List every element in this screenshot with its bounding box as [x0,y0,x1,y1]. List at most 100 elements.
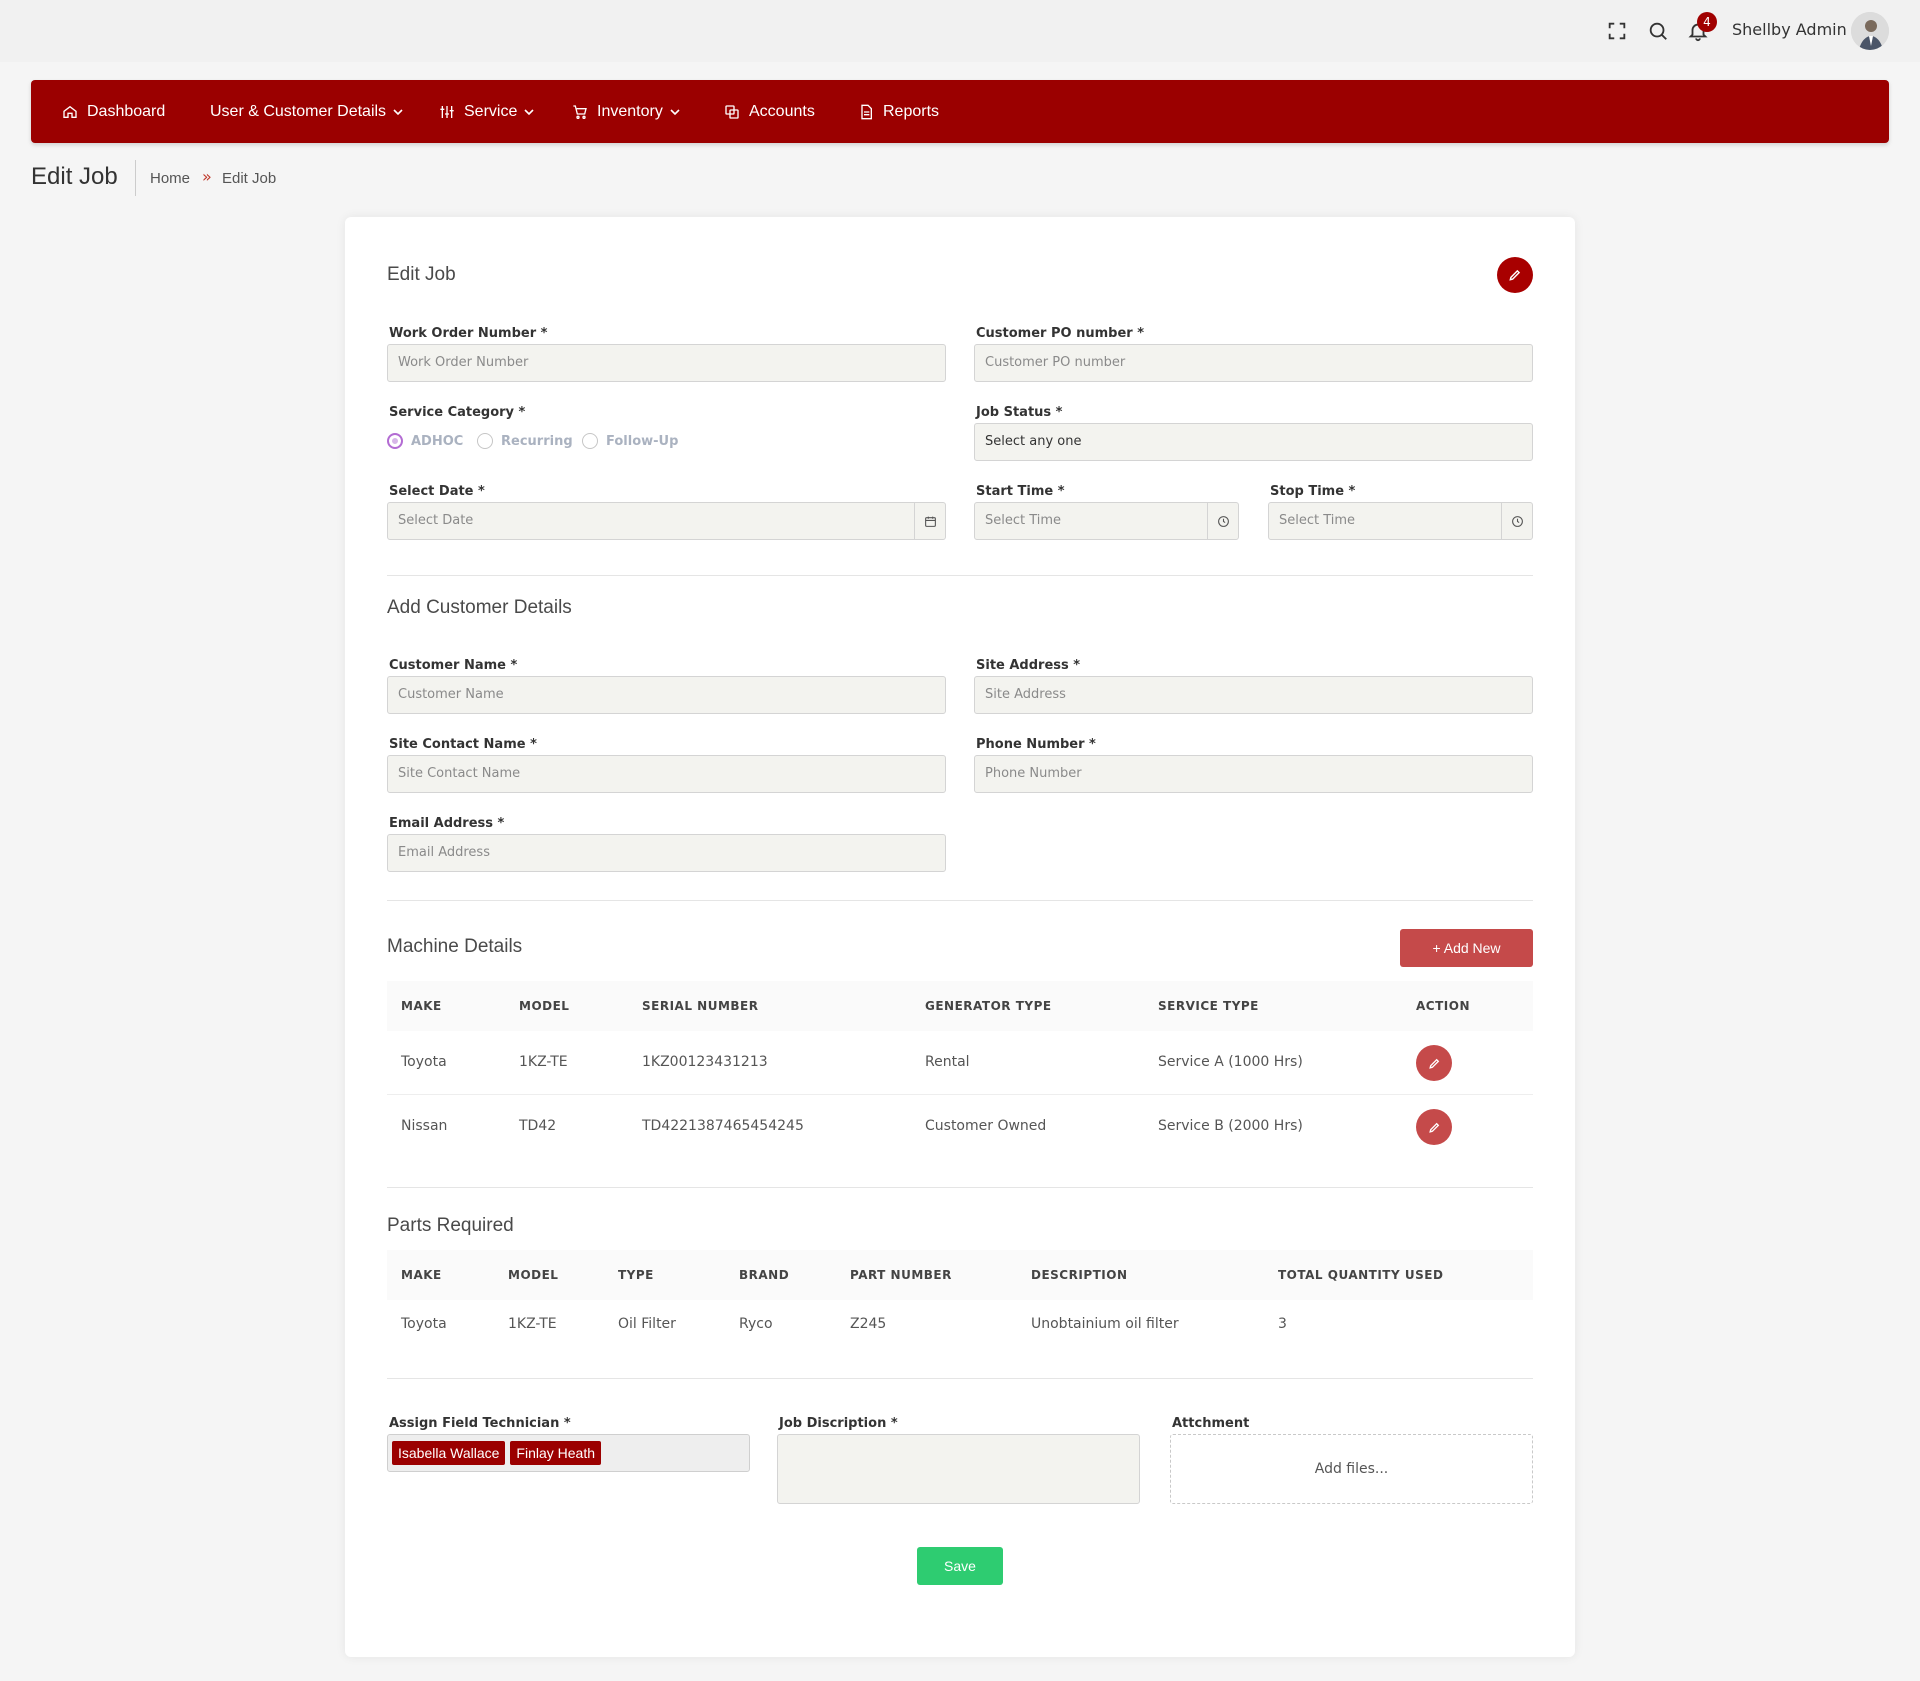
edit-icon[interactable] [1497,257,1533,293]
column-header: PART NUMBER [850,1268,952,1282]
radio-follow-up[interactable]: Follow-Up [582,433,678,449]
email-label: Email Address * [389,816,505,831]
nav-label: Reports [883,102,940,120]
parts-table-header: MAKE MODEL TYPE BRAND PART NUMBER DESCRI… [387,1250,1533,1300]
column-header: SERVICE TYPE [1158,999,1259,1013]
breadcrumb-home[interactable]: Home [150,170,190,187]
nav-user-customer-details[interactable]: User & Customer Details [210,80,403,143]
site-contact-input[interactable]: Site Contact Name [387,755,946,793]
attachment-label: Attchment [1172,1416,1250,1431]
cell-make: Nissan [401,1118,448,1134]
column-header: ACTION [1416,999,1470,1013]
fullscreen-icon[interactable] [1606,20,1628,42]
machine-table-header: MAKE MODEL SERIAL NUMBER GENERATOR TYPE … [387,981,1533,1031]
column-header: TOTAL QUANTITY USED [1278,1268,1444,1282]
column-header: BRAND [739,1268,790,1282]
radio-adhoc[interactable]: ADHOC [387,433,463,449]
nav-accounts[interactable]: Accounts [724,80,815,143]
user-name[interactable]: Shellby Admin [1732,20,1847,39]
nav-dashboard[interactable]: Dashboard [62,80,165,143]
add-new-button[interactable]: + Add New [1400,929,1533,967]
select-date-label: Select Date * [389,484,485,499]
cell-model: TD42 [519,1118,557,1134]
column-header: TYPE [618,1268,654,1282]
save-button[interactable]: Save [917,1547,1003,1585]
technician-tag[interactable]: Finlay Heath [510,1441,602,1465]
customer-name-label: Customer Name * [389,658,518,673]
technician-tag[interactable]: Isabella Wallace [392,1441,506,1465]
date-input[interactable]: Select Date [387,502,946,540]
main-nav: Dashboard User & Customer Details Servic… [31,80,1889,143]
radio-dot [387,433,403,449]
edit-icon[interactable] [1416,1109,1452,1145]
cell-make: Toyota [401,1316,447,1332]
description-textarea[interactable] [777,1434,1140,1504]
copy-icon [725,104,739,119]
section-divider [387,1187,1533,1188]
job-status-select[interactable]: Select any one [974,423,1533,461]
avatar[interactable] [1851,12,1889,50]
section-divider [387,575,1533,576]
page-title: Edit Job [31,163,118,190]
nav-reports[interactable]: Reports [858,80,939,143]
stop-time-label: Stop Time * [1270,484,1356,499]
nav-inventory[interactable]: Inventory [572,80,680,143]
customer-heading: Add Customer Details [387,597,572,618]
clock-icon[interactable] [1207,503,1238,539]
machine-heading: Machine Details [387,936,523,957]
work-order-label: Work Order Number * [389,326,548,341]
calendar-icon[interactable] [914,503,945,539]
document-icon [861,104,872,119]
cell-part-number: Z245 [850,1316,887,1332]
edit-icon[interactable] [1416,1045,1452,1081]
column-header: SERIAL NUMBER [642,999,759,1013]
cart-icon [573,104,587,119]
description-label: Job Discription * [779,1416,898,1431]
column-header: MAKE [401,999,442,1013]
customer-po-label: Customer PO number * [976,326,1144,341]
column-header: MAKE [401,1268,442,1282]
sliders-icon [440,105,454,118]
start-time-input[interactable]: Select Time [974,502,1239,540]
site-address-input[interactable]: Site Address [974,676,1533,714]
column-header: GENERATOR TYPE [925,999,1052,1013]
stop-time-placeholder: Select Time [1279,513,1356,528]
customer-po-input[interactable]: Customer PO number [974,344,1533,382]
stop-time-input[interactable]: Select Time [1268,502,1533,540]
cell-brand: Ryco [739,1316,773,1332]
breadcrumb-separator: » [202,167,212,186]
nav-label: Accounts [749,102,815,120]
cell-model: 1KZ-TE [519,1054,568,1070]
radio-label: Recurring [501,433,573,449]
notification-badge: 4 [1697,12,1717,32]
phone-input[interactable]: Phone Number [974,755,1533,793]
cell-type: Oil Filter [618,1316,676,1332]
site-contact-label: Site Contact Name * [389,737,537,752]
cell-generator: Customer Owned [925,1118,1047,1134]
chevron-down-icon [524,108,534,115]
top-bar: 4 Shellby Admin [0,0,1920,62]
customer-name-input[interactable]: Customer Name [387,676,946,714]
email-input[interactable]: Email Address [387,834,946,872]
nav-label: Service [464,102,518,120]
table-row: Nissan TD42 TD4221387465454245 Customer … [387,1095,1533,1159]
parts-heading: Parts Required [387,1215,514,1236]
nav-service[interactable]: Service [439,80,534,143]
service-category-label: Service Category * [389,405,526,420]
cell-make: Toyota [401,1054,447,1070]
site-address-label: Site Address * [976,658,1081,673]
table-row: Toyota 1KZ-TE 1KZ00123431213 Rental Serv… [387,1031,1533,1095]
cell-description: Unobtainium oil filter [1031,1316,1179,1332]
title-divider [135,160,136,196]
radio-recurring[interactable]: Recurring [477,433,573,449]
job-status-label: Job Status * [976,405,1063,420]
nav-label: User & Customer Details [210,102,387,120]
clock-icon[interactable] [1501,503,1532,539]
technician-select[interactable]: Isabella Wallace Finlay Heath [387,1434,750,1472]
search-icon[interactable] [1647,20,1669,42]
attachment-dropzone[interactable]: Add files... [1170,1434,1533,1504]
radio-label: Follow-Up [606,433,679,449]
date-placeholder: Select Date [398,513,474,528]
start-time-label: Start Time * [976,484,1065,499]
work-order-input[interactable]: Work Order Number [387,344,946,382]
